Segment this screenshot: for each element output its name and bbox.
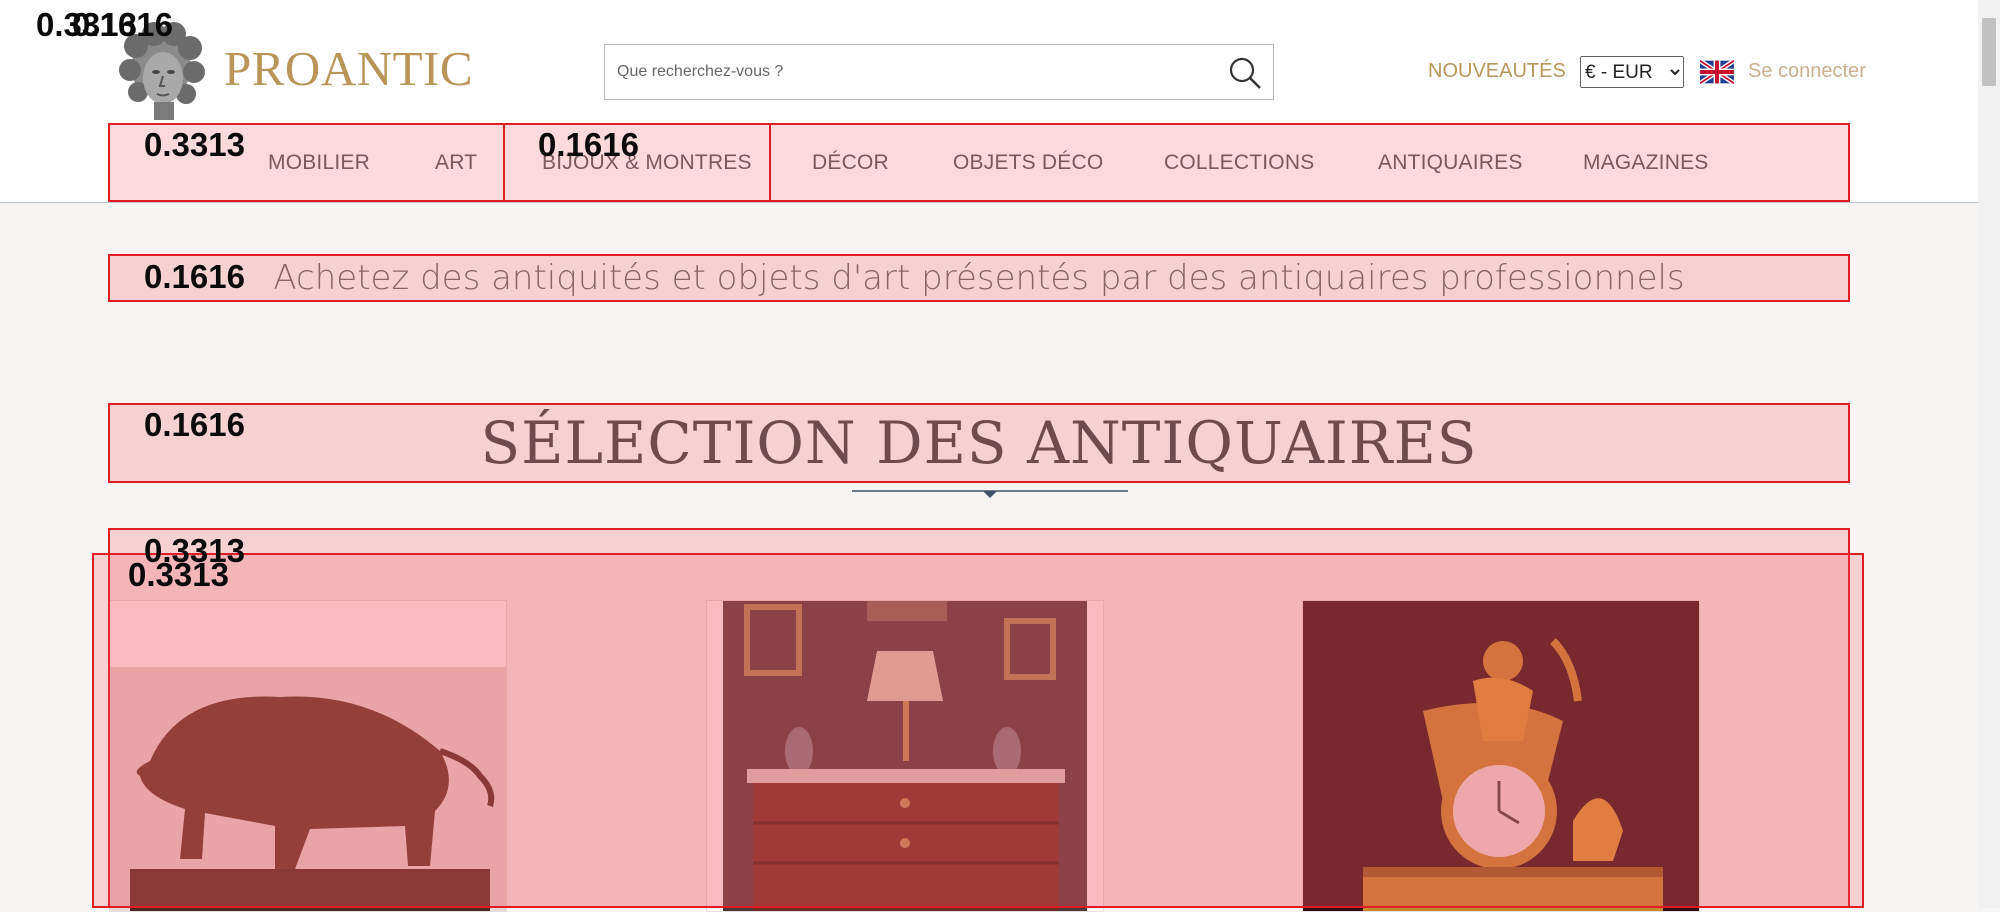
overlay-nav-box bbox=[108, 123, 1850, 202]
overlay-label-corner-b: 0.1616 bbox=[72, 6, 173, 43]
overlay-title-box bbox=[108, 403, 1850, 483]
overlay-label-products-inner: 0.3313 bbox=[128, 556, 229, 593]
scrollbar-thumb[interactable] bbox=[1982, 18, 1996, 86]
overlay-label-nav-mid: 0.1616 bbox=[538, 126, 639, 163]
scrollbar[interactable] bbox=[1978, 0, 2000, 908]
nouveautes-link[interactable]: NOUVEAUTÉS bbox=[1428, 60, 1566, 83]
search-input[interactable] bbox=[605, 45, 1217, 99]
search-icon[interactable] bbox=[1227, 55, 1263, 91]
uk-flag-icon[interactable] bbox=[1698, 58, 1736, 86]
search-box bbox=[604, 44, 1274, 100]
currency-select[interactable]: € - EUR bbox=[1580, 56, 1684, 88]
overlay-products-inner bbox=[92, 553, 1864, 908]
brand-name[interactable]: PROANTIC bbox=[224, 40, 473, 97]
login-link[interactable]: Se connecter bbox=[1748, 60, 1866, 83]
overlay-label-tagline: 0.1616 bbox=[144, 258, 245, 295]
overlay-tagline-box bbox=[108, 254, 1850, 302]
title-divider bbox=[852, 488, 1128, 500]
overlay-label-nav-left: 0.3313 bbox=[144, 126, 245, 163]
overlay-label-title: 0.1616 bbox=[144, 406, 245, 443]
